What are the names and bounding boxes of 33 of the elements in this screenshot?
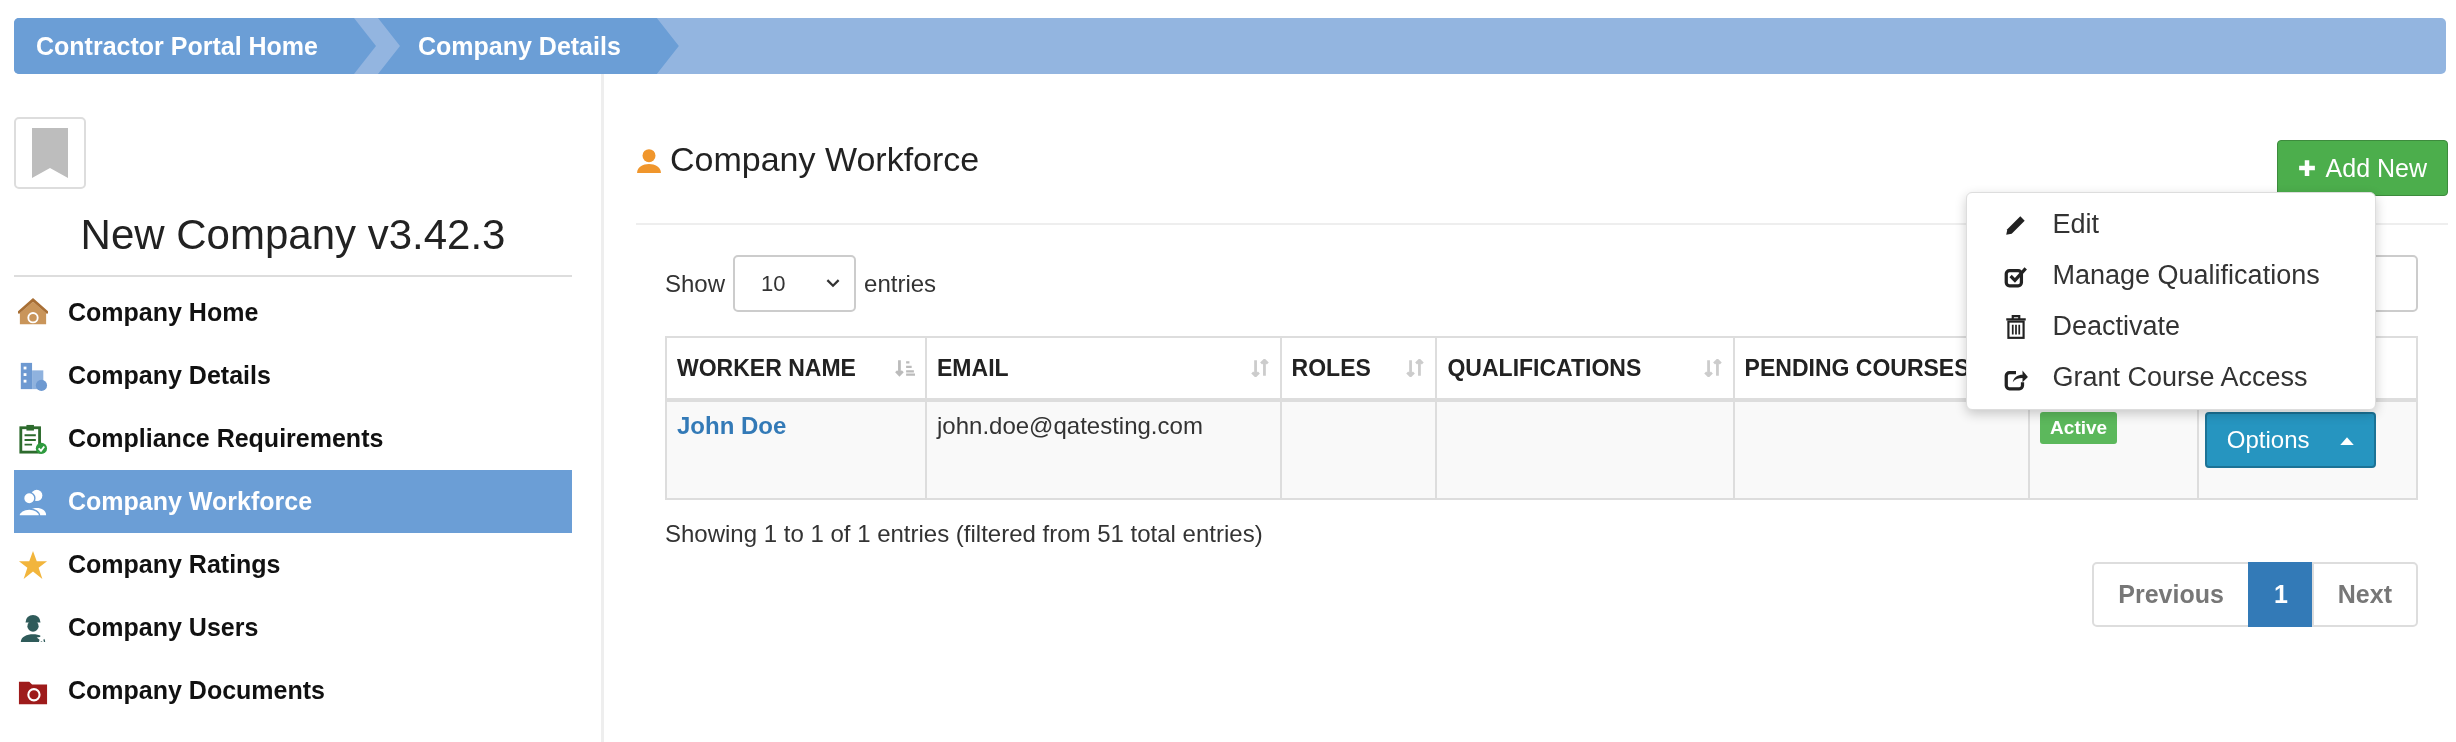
plus-icon [2297, 159, 2316, 177]
page-title: Company Workforce [670, 140, 980, 179]
email-text: john.doe@qatesting.com [937, 412, 1203, 439]
worker-icon [18, 612, 48, 643]
column-header: ROLES [1291, 354, 1371, 382]
sidebar-item[interactable]: Company Home [14, 281, 572, 344]
menu-item[interactable]: Deactivate [1966, 301, 2375, 352]
sidebar-item[interactable]: Company Users [14, 596, 572, 659]
status-badge: Active [2040, 412, 2118, 444]
sidebar-item[interactable]: Company Documents [14, 659, 572, 722]
pagination-button[interactable]: Next [2311, 562, 2418, 627]
bookmark-icon [32, 128, 68, 178]
worker-name-link[interactable]: John Doe [677, 412, 787, 439]
sidebar-item[interactable]: Company Ratings [14, 533, 572, 596]
entries-label: entries [864, 269, 937, 298]
column-header: WORKER NAME [677, 354, 856, 382]
column-header: EMAIL [937, 354, 1009, 382]
entries-select[interactable]: 10 [733, 255, 857, 312]
pagination-button[interactable]: 1 [2247, 562, 2314, 627]
chevron-down-icon [826, 279, 841, 288]
show-label: Show [665, 269, 726, 298]
star-icon [18, 549, 48, 580]
column-header: QUALIFICATIONS [1447, 354, 1642, 382]
sidebar-item[interactable]: Company Details [14, 344, 572, 407]
table-info-text: Showing 1 to 1 of 1 entries (filtered from 51 total entries) [665, 520, 1264, 548]
menu-item[interactable]: Edit [1966, 199, 2375, 250]
caret-up-icon [2339, 435, 2354, 445]
building-icon [18, 360, 48, 391]
clipboard-icon [18, 423, 48, 454]
sidebar-item[interactable]: Compliance Requirements [14, 407, 572, 470]
menu-item[interactable]: Manage Qualifications [1966, 250, 2375, 301]
company-name: New Company v3.42.3 [14, 189, 572, 277]
person-icon [636, 146, 662, 173]
